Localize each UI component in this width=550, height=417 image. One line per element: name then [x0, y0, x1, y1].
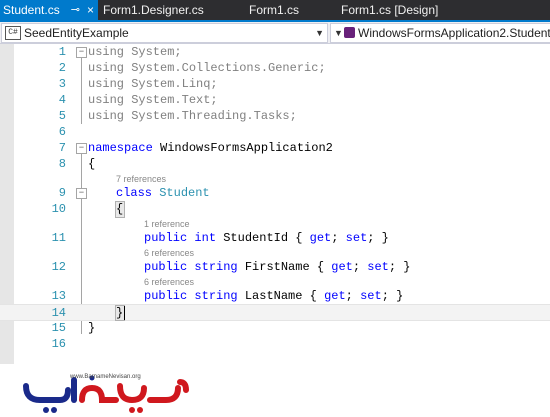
- code-line: 8 {: [0, 156, 550, 172]
- tab-label: Form1.Designer.cs: [103, 3, 204, 17]
- type-dropdown[interactable]: ▼ WindowsFormsApplication2.Student: [330, 23, 550, 43]
- navigation-bar: C# SeedEntityExample ▼ ▼ WindowsFormsAppl…: [0, 22, 550, 44]
- property-declaration: public string FirstName { get; set; }: [144, 260, 411, 274]
- line-number: 3: [58, 77, 66, 91]
- tab-form1-cs[interactable]: Form1.cs: [249, 0, 334, 20]
- close-icon[interactable]: ×: [87, 0, 94, 20]
- line-number: 5: [58, 109, 66, 123]
- line-number: 14: [51, 306, 66, 320]
- code-line: 6: [0, 124, 550, 140]
- line-number: 2: [58, 61, 66, 75]
- close-brace: }: [88, 321, 96, 335]
- code-line: 11 public int StudentId { get; set; }: [0, 230, 550, 246]
- class-name: Student: [159, 186, 210, 200]
- csharp-project-icon: C#: [5, 26, 21, 40]
- codelens-references[interactable]: 7 references: [116, 173, 166, 185]
- namespace-keyword: namespace: [88, 141, 153, 155]
- using-directive: using System.Linq;: [88, 77, 218, 91]
- code-line: 3 using System.Linq;: [0, 76, 550, 92]
- get-accessor: get: [309, 231, 332, 245]
- tab-label: Form1.cs [Design]: [341, 3, 439, 17]
- access-modifier: public: [144, 289, 188, 303]
- line-number: 8: [58, 157, 66, 171]
- tab-form1-designer-cs[interactable]: Form1.Designer.cs: [103, 0, 238, 20]
- get-accessor: get: [331, 260, 353, 274]
- document-tab-strip: Student.cs ⊸ × Form1.Designer.cs Form1.c…: [0, 0, 550, 20]
- line-number: 1: [58, 45, 66, 59]
- line-number: 9: [58, 186, 66, 200]
- line-number: 7: [58, 141, 66, 155]
- using-directive: using System.Collections.Generic;: [88, 61, 326, 75]
- namespace-name: WindowsFormsApplication2: [152, 141, 333, 155]
- open-brace: {: [88, 157, 96, 171]
- code-line: 4 using System.Text;: [0, 92, 550, 108]
- class-icon: [344, 27, 355, 38]
- code-line: 1 − using System;: [0, 44, 550, 60]
- code-line: 13 public string LastName { get; set; }: [0, 288, 550, 304]
- tab-student-cs[interactable]: Student.cs ⊸ ×: [0, 0, 98, 20]
- code-line: 9 − class Student: [0, 185, 550, 201]
- collapse-icon[interactable]: −: [76, 47, 87, 58]
- line-number: 16: [51, 337, 66, 351]
- type-dropdown-value: WindowsFormsApplication2.Student: [358, 26, 550, 40]
- using-directive: using System;: [88, 45, 182, 59]
- chevron-down-icon: ▼: [334, 28, 343, 38]
- code-line: 7 − namespace WindowsFormsApplication2: [0, 140, 550, 156]
- watermark-url: www.BarnameNevisan.org: [70, 374, 141, 380]
- line-number: 11: [51, 231, 66, 245]
- using-directive: using System.Text;: [88, 93, 218, 107]
- code-line: 10 {: [0, 201, 550, 218]
- set-accessor: set: [345, 231, 368, 245]
- class-declaration: class Student: [116, 185, 210, 201]
- property-name: FirstName {: [237, 260, 332, 274]
- code-editor[interactable]: 1 − using System; 2 using System.Collect…: [0, 44, 550, 364]
- line-number: 6: [58, 125, 66, 139]
- property-type: int: [194, 231, 217, 245]
- set-accessor: set: [367, 260, 389, 274]
- property-declaration: public string LastName { get; set; }: [144, 289, 404, 303]
- codelens-references[interactable]: 6 references: [144, 247, 194, 259]
- open-brace: {: [116, 202, 124, 216]
- using-directive: using System.Threading.Tasks;: [88, 109, 297, 123]
- set-accessor: set: [360, 289, 382, 303]
- line-number: 10: [51, 202, 66, 216]
- current-line: 14 }: [0, 304, 550, 321]
- project-dropdown-value: SeedEntityExample: [24, 26, 129, 40]
- codelens-references[interactable]: 1 reference: [144, 218, 190, 230]
- pin-icon[interactable]: ⊸: [71, 0, 80, 20]
- property-name: LastName {: [237, 289, 325, 303]
- line-number: 15: [51, 321, 66, 335]
- line-number: 4: [58, 93, 66, 107]
- code-line: 5 using System.Threading.Tasks;: [0, 108, 550, 124]
- codelens-references[interactable]: 6 references: [144, 276, 194, 288]
- collapse-icon[interactable]: −: [76, 143, 87, 154]
- tab-form1-cs-design[interactable]: Form1.cs [Design]: [341, 0, 466, 20]
- access-modifier: public: [144, 231, 188, 245]
- property-end: ; }: [367, 231, 389, 245]
- watermark: www.BarnameNevisan.org: [0, 364, 550, 417]
- property-end: ; }: [388, 260, 411, 274]
- property-declaration: public int StudentId { get; set; }: [144, 231, 389, 245]
- collapse-icon[interactable]: −: [76, 188, 87, 199]
- line-number: 12: [51, 260, 66, 274]
- code-line: 15 }: [0, 320, 550, 336]
- get-accessor: get: [324, 289, 346, 303]
- property-end: ; }: [381, 289, 404, 303]
- tab-label: Form1.cs: [249, 3, 300, 17]
- close-brace: }: [116, 306, 124, 320]
- code-line: 12 public string FirstName { get; set; }: [0, 259, 550, 275]
- text-caret: [124, 306, 125, 320]
- code-line: 16: [0, 336, 550, 352]
- property-name: StudentId {: [216, 231, 310, 245]
- code-line: 2 using System.Collections.Generic;: [0, 60, 550, 76]
- property-type: string: [194, 289, 238, 303]
- class-keyword: class: [116, 186, 153, 200]
- access-modifier: public: [144, 260, 188, 274]
- property-type: string: [194, 260, 238, 274]
- tab-label: Student.cs: [3, 3, 60, 17]
- chevron-down-icon: ▼: [315, 28, 324, 38]
- line-number: 13: [51, 289, 66, 303]
- project-dropdown[interactable]: C# SeedEntityExample ▼: [1, 23, 328, 43]
- namespace-declaration: namespace WindowsFormsApplication2: [88, 140, 333, 156]
